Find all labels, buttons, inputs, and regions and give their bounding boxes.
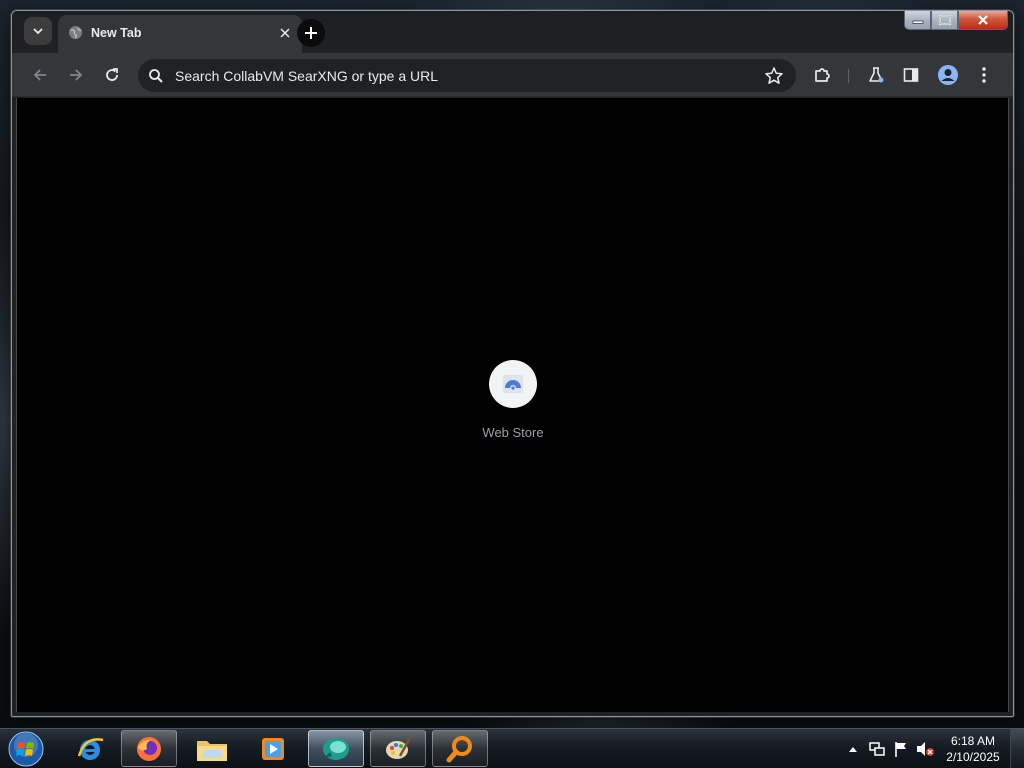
chevron-up-icon — [849, 747, 857, 752]
taskbar-internet-explorer[interactable] — [62, 730, 118, 767]
arrow-left-icon — [33, 69, 46, 81]
tab-title: New Tab — [91, 26, 142, 40]
toolbar: Search CollabVM SearXNG or type a URL — [12, 53, 1013, 97]
show-hidden-icons-button[interactable] — [842, 738, 864, 760]
volume-muted-icon — [917, 742, 934, 756]
side-panel-button[interactable] — [897, 61, 925, 89]
shortcut-web-store[interactable]: Web Store — [468, 360, 558, 450]
tab-search-button[interactable] — [24, 17, 52, 45]
clock-date: 2/10/2025 — [946, 750, 1000, 764]
minimize-icon — [912, 20, 923, 24]
media-player-icon — [262, 737, 284, 760]
firefox-icon — [137, 736, 161, 761]
profile-button[interactable] — [934, 61, 962, 89]
puzzle-icon — [815, 68, 830, 82]
ie-icon — [77, 737, 104, 760]
close-window-button[interactable] — [958, 11, 1008, 30]
reload-button[interactable] — [98, 61, 126, 89]
close-icon — [280, 28, 290, 38]
folder-icon — [197, 740, 227, 761]
close-tab-button[interactable] — [276, 24, 294, 42]
restore-icon — [938, 15, 951, 25]
side-panel-icon — [903, 68, 919, 82]
minimize-button[interactable] — [904, 11, 931, 30]
browser-window: New Tab Search CollabVM SearXNG or type … — [11, 10, 1014, 717]
star-icon[interactable] — [764, 66, 784, 86]
tray-action-center[interactable] — [890, 738, 912, 760]
omnibox[interactable]: Search CollabVM SearXNG or type a URL — [138, 59, 796, 92]
taskbar-clock[interactable]: 6:18 AM 2/10/2025 — [938, 733, 1008, 765]
back-button[interactable] — [26, 61, 54, 89]
tray-network[interactable] — [866, 738, 888, 760]
show-desktop-button[interactable] — [1010, 729, 1024, 768]
tab-new-tab[interactable]: New Tab — [58, 15, 302, 53]
new-tab-button[interactable] — [297, 19, 325, 47]
globe-icon — [68, 25, 83, 40]
app-icon — [323, 737, 349, 760]
magnifier-icon — [446, 735, 472, 762]
flag-icon — [895, 742, 906, 757]
close-icon — [978, 15, 988, 25]
kebab-menu-icon — [982, 67, 986, 83]
web-store-icon — [503, 375, 523, 393]
search-icon — [149, 69, 163, 83]
arrow-right-icon — [70, 69, 83, 81]
tray-volume[interactable] — [914, 738, 936, 760]
tab-strip: New Tab — [12, 11, 1013, 53]
toolbar-separator — [848, 69, 849, 83]
forward-button[interactable] — [62, 61, 90, 89]
new-tab-page: Web Store — [16, 98, 1009, 712]
taskbar-firefox[interactable] — [121, 730, 177, 767]
network-icon — [869, 742, 885, 756]
flask-icon — [869, 67, 884, 83]
labs-button[interactable] — [862, 61, 890, 89]
taskbar-browser[interactable] — [308, 730, 364, 767]
chevron-down-icon — [33, 28, 43, 35]
avatar-icon — [938, 65, 958, 85]
extensions-button[interactable] — [808, 61, 836, 89]
shortcut-tile — [489, 360, 537, 408]
taskbar: 6:18 AM 2/10/2025 — [0, 728, 1024, 768]
taskbar-paint[interactable] — [370, 730, 426, 767]
shortcut-label: Web Store — [482, 425, 544, 440]
plus-icon — [305, 27, 317, 39]
taskbar-file-explorer[interactable] — [184, 730, 240, 767]
taskbar-search-app[interactable] — [432, 730, 488, 767]
start-button[interactable] — [6, 730, 46, 768]
omnibox-placeholder: Search CollabVM SearXNG or type a URL — [175, 68, 438, 84]
paint-icon — [386, 736, 412, 759]
menu-button[interactable] — [970, 61, 998, 89]
system-tray — [842, 729, 938, 768]
reload-icon — [106, 68, 118, 81]
maximize-button[interactable] — [931, 11, 958, 30]
windows-logo-icon — [8, 731, 44, 767]
clock-time: 6:18 AM — [950, 734, 996, 748]
window-controls — [904, 11, 1010, 31]
taskbar-media-player[interactable] — [245, 730, 301, 767]
